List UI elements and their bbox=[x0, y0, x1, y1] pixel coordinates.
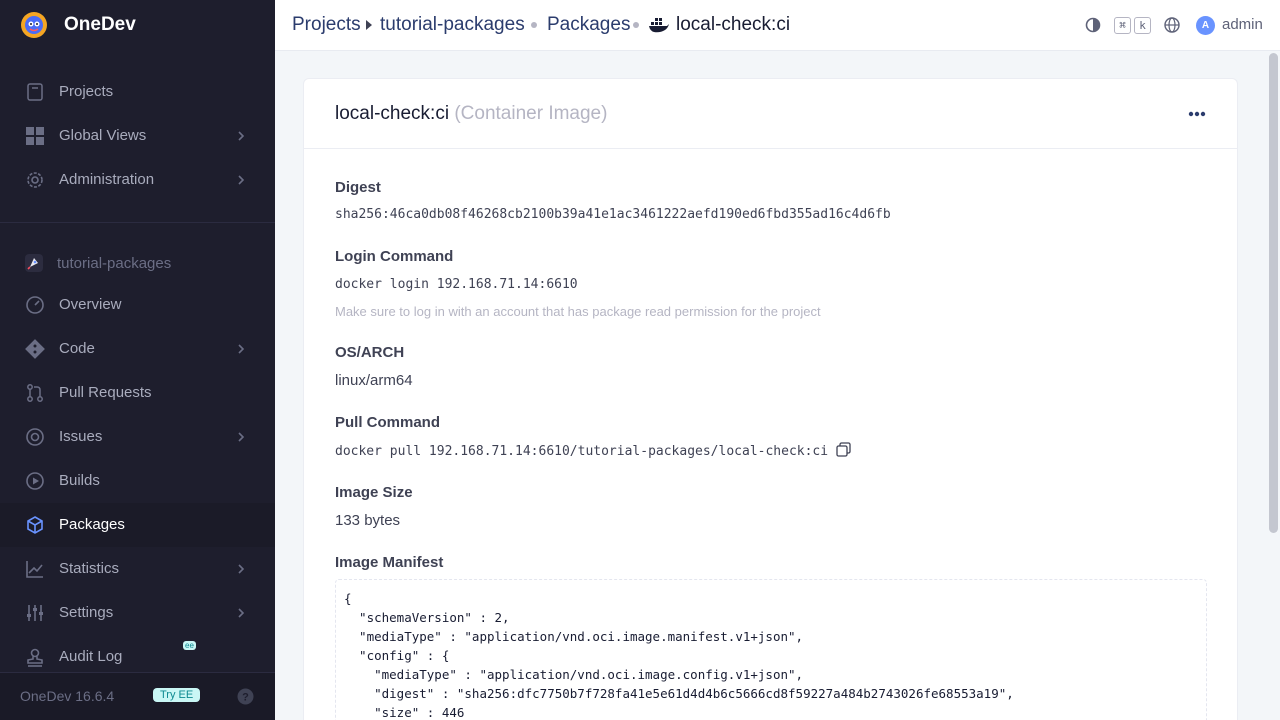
package-type: (Container Image) bbox=[454, 103, 608, 124]
sidebar-item-overview[interactable]: Overview bbox=[0, 283, 275, 327]
projects-icon bbox=[27, 83, 43, 101]
sliders-icon bbox=[27, 605, 43, 621]
more-options-icon[interactable] bbox=[1188, 111, 1206, 117]
digest-value: sha256:46ca0db08f46268cb2100b39a41e1ac34… bbox=[335, 207, 891, 222]
chevron-right-icon bbox=[238, 344, 245, 354]
package-card: local-check:ci (Container Image) Digest … bbox=[303, 78, 1238, 720]
os-arch-label: OS/ARCH bbox=[335, 344, 405, 361]
breadcrumb-project[interactable]: tutorial-packages bbox=[380, 14, 525, 36]
sidebar-item-label: Code bbox=[59, 340, 95, 357]
svg-text:?: ? bbox=[242, 692, 249, 704]
page-scrollbar[interactable] bbox=[1267, 51, 1280, 720]
stamp-icon bbox=[27, 648, 43, 667]
sidebar-item-projects[interactable]: Projects bbox=[0, 70, 275, 114]
sidebar-item-label: Overview bbox=[59, 296, 122, 313]
sidebar-item-administration[interactable]: Administration bbox=[0, 158, 275, 202]
image-manifest-box: { "schemaVersion" : 2, "mediaType" : "ap… bbox=[335, 579, 1207, 720]
kbd-k: k bbox=[1134, 17, 1151, 34]
sidebar-item-global-views[interactable]: Global Views bbox=[0, 114, 275, 158]
package-title: local-check:ci (Container Image) bbox=[335, 103, 607, 125]
sidebar-item-label: Projects bbox=[59, 83, 114, 100]
sidebar-divider bbox=[0, 222, 275, 223]
version-text: OneDev 16.6.4 bbox=[20, 688, 115, 704]
kbd-command: ⌘ bbox=[1114, 17, 1131, 34]
sidebar-item-packages[interactable]: Packages bbox=[0, 503, 275, 547]
chevron-right-icon bbox=[238, 131, 245, 141]
sidebar-item-label: Global Views bbox=[59, 127, 147, 144]
sidebar-item-label: Audit Log ee bbox=[59, 641, 196, 665]
sidebar-item-builds[interactable]: Builds bbox=[0, 459, 275, 503]
sidebar-footer: OneDev 16.6.4 Try EE ? bbox=[0, 672, 275, 720]
sidebar-item-settings[interactable]: Settings bbox=[0, 591, 275, 635]
image-manifest-content: { "schemaVersion" : 2, "mediaType" : "ap… bbox=[344, 591, 1014, 720]
digest-label: Digest bbox=[335, 179, 381, 196]
sidebar-item-label: Statistics bbox=[59, 560, 120, 577]
ee-badge: ee bbox=[183, 641, 196, 650]
sidebar-item-pull-requests[interactable]: Pull Requests bbox=[0, 371, 275, 415]
username[interactable]: admin bbox=[1222, 16, 1263, 33]
breadcrumb-packages[interactable]: Packages bbox=[547, 14, 630, 36]
chevron-right-icon bbox=[238, 564, 245, 574]
issue-icon bbox=[26, 428, 44, 446]
pull-request-icon bbox=[27, 384, 43, 402]
sidebar-item-label: Pull Requests bbox=[59, 384, 152, 401]
rocket-icon bbox=[25, 254, 43, 272]
caret-right-icon bbox=[366, 20, 372, 30]
os-arch-value: linux/arm64 bbox=[335, 372, 413, 389]
copy-icon[interactable] bbox=[836, 442, 851, 457]
theme-toggle-icon[interactable] bbox=[1084, 16, 1102, 34]
sidebar-item-statistics[interactable]: Statistics bbox=[0, 547, 275, 591]
docker-icon bbox=[649, 18, 669, 33]
sidebar-item-label: Issues bbox=[59, 428, 103, 445]
package-name: local-check:ci bbox=[335, 103, 450, 124]
project-name: tutorial-packages bbox=[57, 255, 172, 272]
chevron-right-icon bbox=[238, 608, 245, 618]
pull-command-value: docker pull 192.168.71.14:6610/tutorial-… bbox=[335, 444, 829, 459]
image-size-label: Image Size bbox=[335, 484, 413, 501]
breadcrumb-separator bbox=[531, 22, 537, 28]
breadcrumb-projects[interactable]: Projects bbox=[292, 14, 361, 36]
image-manifest-label: Image Manifest bbox=[335, 554, 444, 571]
grid-icon bbox=[26, 127, 44, 145]
sidebar-item-issues[interactable]: Issues bbox=[0, 415, 275, 459]
chevron-right-icon bbox=[238, 432, 245, 442]
onedev-logo-icon bbox=[21, 12, 47, 38]
chart-icon bbox=[26, 561, 43, 578]
audit-log-text: Audit Log bbox=[59, 648, 123, 665]
avatar[interactable]: A bbox=[1196, 16, 1215, 35]
image-size-value: 133 bytes bbox=[335, 512, 401, 529]
card-header: local-check:ci (Container Image) bbox=[304, 79, 1237, 149]
sidebar-item-label: Settings bbox=[59, 604, 114, 621]
breadcrumb-current: local-check:ci bbox=[676, 14, 791, 35]
package-icon bbox=[27, 516, 43, 534]
pull-command-row: docker pull 192.168.71.14:6610/tutorial-… bbox=[335, 442, 851, 459]
git-icon bbox=[25, 339, 45, 359]
try-ee-button[interactable]: Try EE bbox=[153, 688, 201, 702]
login-hint: Make sure to log in with an account that… bbox=[335, 304, 821, 319]
play-icon bbox=[26, 472, 44, 490]
gauge-icon bbox=[26, 296, 44, 314]
app-name: OneDev bbox=[64, 14, 136, 35]
sidebar-item-code[interactable]: Code bbox=[0, 327, 275, 371]
login-command-label: Login Command bbox=[335, 248, 454, 265]
collapse-sidebar-icon[interactable] bbox=[234, 13, 254, 35]
pull-command-label: Pull Command bbox=[335, 414, 441, 431]
sidebar-item-label: Administration bbox=[59, 171, 155, 188]
gear-icon bbox=[27, 172, 43, 188]
sidebar-item-label: Builds bbox=[59, 472, 100, 489]
login-command-value: docker login 192.168.71.14:6610 bbox=[335, 277, 578, 292]
scrollbar-thumb[interactable] bbox=[1269, 53, 1278, 533]
chevron-right-icon bbox=[238, 175, 245, 185]
sidebar-item-label: Packages bbox=[59, 516, 125, 533]
topbar: Projects tutorial-packages Packages loca… bbox=[275, 0, 1280, 51]
sidebar-project-header[interactable]: tutorial-packages bbox=[0, 246, 275, 280]
help-icon[interactable]: ? bbox=[237, 688, 254, 705]
globe-icon[interactable] bbox=[1163, 16, 1181, 34]
sidebar: OneDev Projects Global Views Administrat… bbox=[0, 0, 275, 720]
breadcrumb-separator bbox=[633, 22, 639, 28]
